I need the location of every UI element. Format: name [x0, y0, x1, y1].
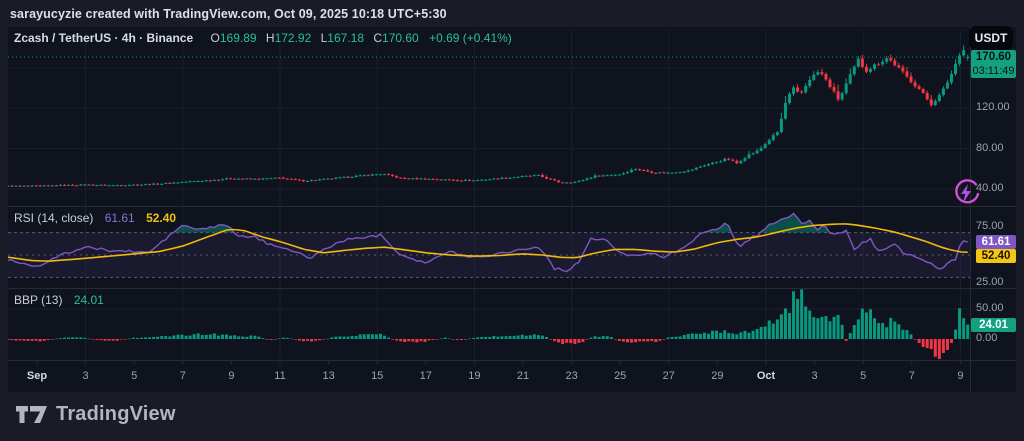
rsi-tick: 75.00 [976, 220, 1016, 232]
open-label: O [211, 31, 220, 45]
tradingview-screenshot: sarayucyzie created with TradingView.com… [0, 0, 1024, 441]
time-tick: 25 [614, 370, 626, 382]
rsi-tick: 25.00 [976, 276, 1016, 288]
close-value: 170.60 [382, 31, 419, 45]
time-tick: 29 [711, 370, 723, 382]
time-tick: 17 [420, 370, 432, 382]
time-tick: 3 [812, 370, 818, 382]
bbp-tick: 50.00 [976, 302, 1016, 314]
bbp-legend: BBP (13) 24.01 [14, 293, 104, 307]
last-price-badge: 170.60 03:11:49 [971, 50, 1016, 78]
time-tick: 21 [517, 370, 529, 382]
time-tick: 5 [860, 370, 866, 382]
change-value: +0.69 (+0.41%) [429, 31, 512, 45]
high-label: H [266, 31, 275, 45]
tradingview-logo-mark [16, 406, 47, 423]
flash-reaction-icon[interactable] [951, 177, 981, 209]
rsi-value-badge: 61.61 [976, 235, 1016, 249]
attribution-text: sarayucyzie created with TradingView.com… [10, 7, 447, 21]
rsi-ma-value-badge: 52.40 [976, 249, 1016, 263]
time-tick: 19 [468, 370, 480, 382]
symbol-title: Zcash / TetherUS · 4h · Binance [14, 31, 193, 45]
time-tick-month: Oct [757, 370, 775, 382]
low-value: 167.18 [327, 31, 364, 45]
price-tick: 40.00 [976, 182, 1016, 194]
rsi-ma-value: 52.40 [146, 211, 176, 225]
time-tick: 27 [663, 370, 675, 382]
symbol-legend: Zcash / TetherUS · 4h · Binance O169.89 … [14, 31, 512, 45]
rsi-title: RSI (14, close) [14, 211, 93, 225]
close-label: C [373, 31, 382, 45]
time-tick: 7 [180, 370, 186, 382]
last-price: 170.60 [976, 50, 1011, 64]
time-tick: 3 [83, 370, 89, 382]
high-value: 172.92 [275, 31, 312, 45]
time-tick: 9 [957, 370, 963, 382]
tradingview-logo[interactable]: TradingView [16, 403, 176, 426]
bbp-title: BBP (13) [14, 293, 62, 307]
bar-countdown: 03:11:49 [972, 64, 1014, 78]
bbp-tick: 0.00 [976, 332, 1016, 344]
time-tick: 7 [909, 370, 915, 382]
time-tick: 13 [322, 370, 334, 382]
price-tick: 120.00 [976, 101, 1016, 113]
time-tick: 15 [371, 370, 383, 382]
rsi-value: 61.61 [105, 211, 135, 225]
rsi-legend: RSI (14, close) 61.61 52.40 [14, 211, 176, 225]
tradingview-logo-text: TradingView [56, 403, 176, 426]
time-tick: 11 [274, 370, 285, 382]
time-tick: 9 [228, 370, 234, 382]
time-tick-month: Sep [27, 370, 47, 382]
time-tick: 5 [131, 370, 137, 382]
time-tick: 23 [565, 370, 577, 382]
price-tick: 80.00 [976, 142, 1016, 154]
currency-toggle-button[interactable]: USDT [969, 26, 1013, 50]
bbp-value-badge: 24.01 [971, 318, 1016, 332]
bbp-value: 24.01 [74, 293, 104, 307]
open-value: 169.89 [220, 31, 257, 45]
